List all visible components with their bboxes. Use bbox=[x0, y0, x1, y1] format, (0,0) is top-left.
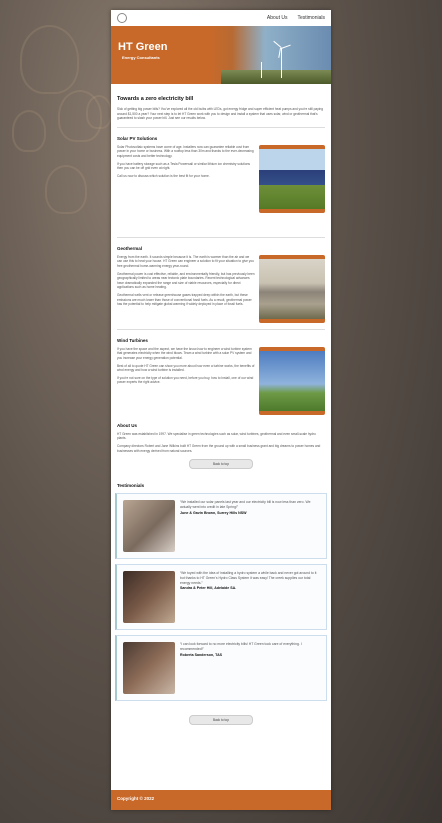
bulb-decoration-icon bbox=[12, 110, 46, 152]
wind-text-2: Best of all to quote HT Green can show y… bbox=[117, 363, 255, 373]
geothermal-text-2: Geothermal power is cost effective, reli… bbox=[117, 271, 255, 290]
testimonial-author: June & Gavin Brown, Surrey Hills NSW bbox=[180, 510, 247, 515]
main-content: Towards a zero electricity bill Sick of … bbox=[111, 96, 331, 488]
nav-about-us[interactable]: About Us bbox=[267, 15, 288, 21]
web-page: About Us Testimonials HT Green Energy Co… bbox=[111, 10, 331, 810]
hero-title: HT Green bbox=[118, 41, 168, 53]
about-text-2: Company directors Robert and Jane Wilkin… bbox=[117, 443, 321, 453]
solar-text-3: Call us now to discuss which solution is… bbox=[117, 173, 210, 178]
turbine-blade bbox=[273, 40, 282, 48]
testimonial-photo bbox=[123, 642, 175, 695]
solar-text-2: If you have battery storage such as a Te… bbox=[117, 161, 250, 171]
testimonial-quote: “We toyed with the idea of installing a … bbox=[180, 571, 317, 585]
logo-icon[interactable] bbox=[117, 13, 127, 23]
copyright-text: Copyright © 2022 bbox=[117, 796, 155, 801]
testimonial-card: “We installed our solar panels last year… bbox=[115, 493, 327, 560]
testimonial-author: Roberta Sanderson, TAS bbox=[180, 652, 223, 657]
bulb-decoration-icon bbox=[45, 165, 87, 214]
footer: Copyright © 2022 bbox=[111, 790, 331, 810]
divider bbox=[117, 126, 325, 128]
wind-turbines-image bbox=[259, 346, 325, 415]
back-to-top-button[interactable]: Back to top bbox=[189, 715, 253, 726]
hero-subtitle: Energy Consultants bbox=[122, 55, 160, 60]
wind-text-3: If you're not sure on the type of soluti… bbox=[117, 375, 254, 385]
intro-text: Sick of getting big power bills? You've … bbox=[117, 107, 323, 121]
geothermal-section: Energy from the earth. It sounds simple … bbox=[117, 254, 325, 323]
geothermal-text-3: Geothermal wells vent or release greenho… bbox=[117, 292, 252, 307]
header: About Us Testimonials bbox=[111, 10, 331, 26]
testimonial-quote: “We installed our solar panels last year… bbox=[180, 500, 311, 509]
testimonial-photo bbox=[123, 571, 175, 624]
testimonial-author: Sandra & Peter Hill, Adelaide SA. bbox=[180, 586, 237, 591]
wind-section: If you have the space and the aspect, we… bbox=[117, 346, 325, 415]
wind-title: Wind Turbines bbox=[117, 337, 148, 343]
nav-testimonials[interactable]: Testimonials bbox=[297, 15, 325, 21]
testimonial-card: “We toyed with the idea of installing a … bbox=[115, 564, 327, 631]
wind-turbine-icon bbox=[281, 48, 282, 78]
wind-turbine-icon bbox=[261, 62, 262, 78]
divider bbox=[117, 236, 325, 238]
solar-text-1: Solar Photovoltaic systems have come of … bbox=[117, 144, 254, 158]
geothermal-text-1: Energy from the earth. It sounds simple … bbox=[117, 254, 254, 268]
intro-title: Towards a zero electricity bill bbox=[117, 96, 194, 102]
divider bbox=[117, 328, 325, 330]
geothermal-plant-image bbox=[259, 254, 325, 323]
hero-field bbox=[221, 70, 331, 84]
bulb-decoration-icon bbox=[86, 95, 112, 129]
solar-house-image bbox=[259, 144, 325, 213]
about-text-1: HT Green was established in 1997. We spe… bbox=[117, 431, 316, 441]
testimonial-card: “I can look forward to no more electrici… bbox=[115, 635, 327, 702]
testimonial-photo bbox=[123, 500, 175, 553]
about-title: About Us bbox=[117, 422, 137, 428]
geothermal-title: Geothermal bbox=[117, 245, 143, 251]
wind-text-1: If you have the space and the aspect, we… bbox=[117, 346, 252, 360]
turbine-blade bbox=[281, 44, 291, 49]
testimonials-title: Testimonials bbox=[117, 483, 145, 489]
main-nav: About Us Testimonials bbox=[267, 15, 325, 21]
hero-banner: HT Green Energy Consultants bbox=[111, 26, 331, 84]
solar-title: Solar PV Solutions bbox=[117, 135, 158, 141]
back-to-top-button[interactable]: Back to top bbox=[189, 459, 253, 470]
solar-section: Solar Photovoltaic systems have come of … bbox=[117, 144, 325, 213]
testimonial-quote: “I can look forward to no more electrici… bbox=[180, 642, 302, 651]
bulb-decoration-icon bbox=[20, 25, 79, 94]
